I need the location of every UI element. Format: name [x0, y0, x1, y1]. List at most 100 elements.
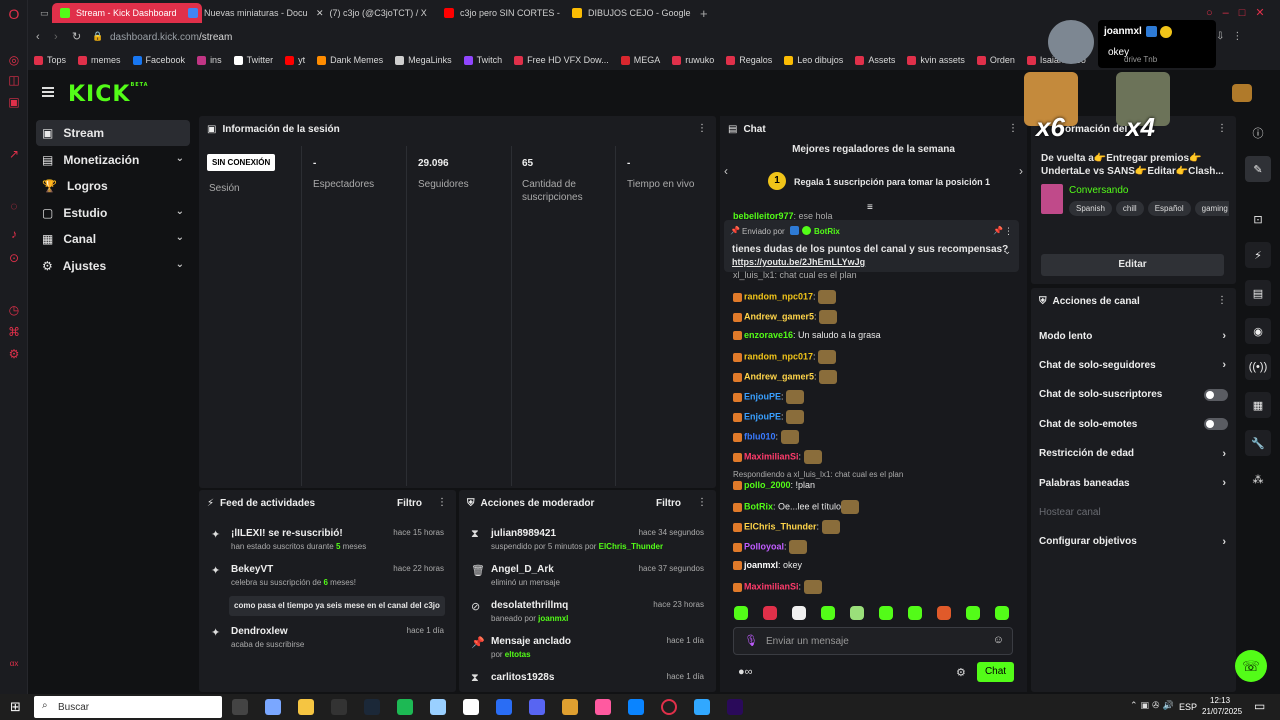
chat-username[interactable]: EnjouPE [744, 391, 781, 401]
bookmark-item[interactable]: ins [197, 55, 222, 65]
chevron-down-icon[interactable]: ⌄ [176, 232, 184, 243]
url-field[interactable]: dashboard.kick.com/stream [110, 32, 232, 43]
channel-action-item[interactable]: Restricción de edad › [1031, 440, 1236, 468]
nav-item-canal[interactable]: ▦ Canal ⌄ [36, 226, 190, 252]
language-indicator[interactable]: ESP [1179, 702, 1197, 712]
unpin-icon[interactable]: 📌 [993, 226, 1003, 235]
unity-icon[interactable] [463, 699, 479, 715]
windows-start-icon[interactable]: ⊞ [10, 699, 21, 715]
channel-action-item[interactable]: Chat de solo-emotes [1031, 410, 1236, 438]
bookmark-item[interactable]: Twitter [233, 55, 273, 65]
tab-switcher-icon[interactable]: ▭ [32, 3, 52, 23]
photos-icon[interactable] [595, 699, 611, 715]
emote-icon[interactable] [734, 606, 748, 620]
chat-username[interactable]: ElChris_Thunder [744, 521, 817, 531]
emote-icon[interactable] [908, 606, 922, 620]
chat-username[interactable]: enzorave16 [744, 330, 793, 340]
mod-menu-icon[interactable]: ⋮ [697, 497, 707, 508]
chat-username[interactable]: Polloyoal [744, 541, 784, 551]
edit-icon[interactable]: ✎ [1245, 156, 1271, 182]
photoshop-icon[interactable] [694, 699, 710, 715]
tab-x[interactable]: ✕ (7) c3jo (@C3joTCT) / X [308, 3, 436, 23]
chat-username[interactable]: random_npc017 [744, 351, 813, 361]
emote-icon[interactable] [937, 606, 951, 620]
bookmark-item[interactable]: Regalos [726, 55, 772, 65]
reload-icon[interactable]: ↻ [72, 30, 81, 43]
bookmark-item[interactable]: MegaLinks [395, 55, 452, 65]
pinned-link[interactable]: https://youtu.be/2JhEmLLYwJg [732, 257, 865, 267]
stream-tag[interactable]: chill [1115, 201, 1144, 216]
bookmark-item[interactable]: memes [78, 55, 121, 65]
chevron-down-icon[interactable]: ⌄ [176, 153, 184, 164]
spotify-icon[interactable] [397, 699, 413, 715]
vpn-icon[interactable]: ↗ [6, 146, 22, 162]
expand-icon[interactable]: ⌄ [1003, 246, 1011, 257]
chat-settings-icon[interactable]: ⚙ [956, 666, 966, 679]
bookmark-item[interactable]: Facebook [132, 55, 185, 65]
settings-icon[interactable]: ⚙ [6, 346, 22, 362]
extensions-icon[interactable]: ⌘ [6, 324, 22, 340]
premiere-icon[interactable] [727, 699, 743, 715]
tray-icons[interactable]: ⌃▣✇🔊 [1130, 700, 1177, 711]
bookmark-item[interactable]: kvin assets [907, 55, 965, 65]
bookmark-item[interactable]: Orden [976, 55, 1015, 65]
gifters-prev-icon[interactable]: ‹ [724, 164, 728, 178]
collapse-icon[interactable]: ≡ [867, 202, 873, 213]
epic-games-icon[interactable] [331, 699, 347, 715]
opera-logo-icon[interactable]: O [6, 6, 22, 22]
stream-info-menu-icon[interactable]: ⋮ [1217, 123, 1227, 134]
file-explorer-icon[interactable] [298, 699, 314, 715]
nav-item-ajustes[interactable]: ⚙ Ajustes ⌄ [36, 253, 190, 279]
bookmark-item[interactable]: Twitch [463, 55, 502, 65]
feed-filter-button[interactable]: Filtro [397, 498, 422, 509]
chat-username[interactable]: pollo_2000 [744, 480, 791, 490]
player-icon[interactable]: ♪ [6, 226, 22, 242]
session-menu-icon[interactable]: ⋮ [697, 123, 707, 134]
tab-youtube[interactable]: c3jo pero SIN CORTES - [436, 3, 564, 23]
nav-item-stream[interactable]: ▣ Stream [36, 120, 190, 146]
emote-icon[interactable] [850, 606, 864, 620]
bookmark-item[interactable]: Dank Memes [317, 55, 383, 65]
channel-action-item[interactable]: Modo lento › [1031, 322, 1236, 350]
menu-icon[interactable] [42, 87, 54, 97]
emote-icon[interactable] [995, 606, 1009, 620]
edge-icon[interactable] [628, 699, 644, 715]
stream-category[interactable]: Conversando [1069, 185, 1128, 196]
discord-icon[interactable] [529, 699, 545, 715]
channel-action-item[interactable]: Chat de solo-seguidores › [1031, 351, 1236, 379]
vlc-icon[interactable] [562, 699, 578, 715]
nav-item-estudio[interactable]: ▢ Estudio ⌄ [36, 200, 190, 226]
chat-username[interactable]: fblu010 [744, 431, 776, 441]
capture-icon[interactable]: ⊡ [1245, 206, 1271, 232]
emote-icon[interactable] [763, 606, 777, 620]
window-controls[interactable]: ○–□✕ [1206, 6, 1275, 19]
emote-icon[interactable] [966, 606, 980, 620]
bookmark-item[interactable]: Leo dibujos [784, 55, 843, 65]
steam-icon[interactable] [364, 699, 380, 715]
app-icon[interactable] [496, 699, 512, 715]
back-icon[interactable]: ‹ [36, 31, 40, 43]
chat-username[interactable]: Andrew_gamer5 [744, 371, 814, 381]
gift-cta[interactable]: Regala 1 suscripción para tomar la posic… [794, 177, 990, 187]
bookmark-item[interactable]: Tops [34, 55, 66, 65]
chevron-down-icon[interactable]: ⌄ [176, 259, 184, 270]
clock-time[interactable]: 12:13 [1210, 696, 1230, 705]
points-icon[interactable]: ●∞ [738, 666, 753, 678]
broadcast-icon[interactable]: ((•)) [1245, 354, 1271, 380]
user-avatar[interactable] [1232, 84, 1252, 102]
apps-icon[interactable]: ⁂ [1245, 466, 1271, 492]
chat-username[interactable]: MaximilianSi [744, 451, 799, 461]
clock-date[interactable]: 21/07/2025 [1202, 707, 1242, 716]
instagram-icon[interactable]: ◫ [6, 72, 22, 88]
nav-item-monetización[interactable]: ▤ Monetización ⌄ [36, 147, 190, 173]
bookmark-item[interactable]: MEGA [620, 55, 660, 65]
stream-tag[interactable]: Spanish [1069, 201, 1112, 216]
chat-username[interactable]: Andrew_gamer5 [744, 311, 814, 321]
edit-stream-button[interactable]: Editar [1041, 254, 1224, 276]
channel-action-item[interactable]: Palabras baneadas › [1031, 469, 1236, 497]
help-chat-icon[interactable]: ☏ [1235, 650, 1267, 682]
channel-action-item[interactable]: Chat de solo-suscriptores [1031, 381, 1236, 409]
pinned-message[interactable]: 📌 Enviado por BotRix 📌 ⋮ tienes dudas de… [724, 220, 1019, 272]
emote-icon[interactable] [792, 606, 806, 620]
opera-icon[interactable] [661, 699, 677, 715]
